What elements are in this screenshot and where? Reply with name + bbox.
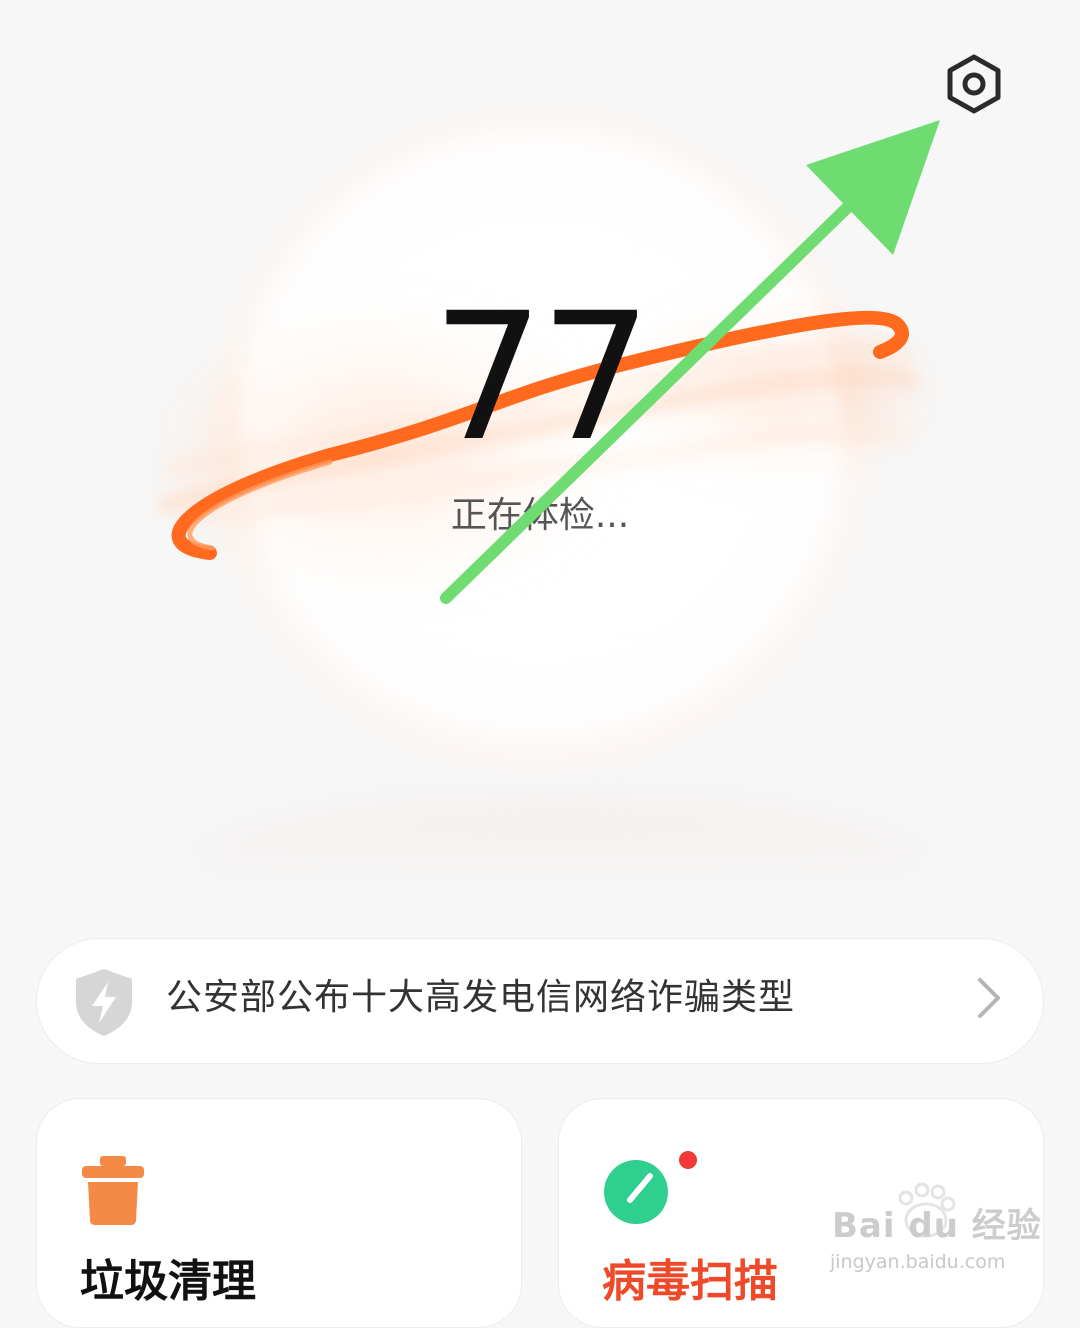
settings-hexagon-icon: [947, 54, 1001, 114]
virus-scan-title: 病毒扫描: [602, 1256, 778, 1307]
health-score: 77: [432, 275, 652, 480]
chevron-right-icon[interactable]: [968, 976, 1008, 1020]
shield-lightning-icon: [76, 969, 132, 1036]
scan-dial-icon: [604, 1151, 697, 1224]
notice-text[interactable]: 公安部公布十大高发电信网络诈骗类型: [166, 972, 795, 1024]
watermark-brand: Bai du 经验: [832, 1206, 1042, 1246]
trash-bin-icon: [82, 1156, 144, 1225]
notification-badge: [679, 1151, 697, 1169]
settings-button[interactable]: [938, 48, 1010, 120]
junk-clean-title: 垃圾清理: [80, 1256, 256, 1307]
watermark-url: jingyan.baidu.com: [830, 1251, 1006, 1273]
checkup-status: 正在体检...: [450, 495, 630, 536]
